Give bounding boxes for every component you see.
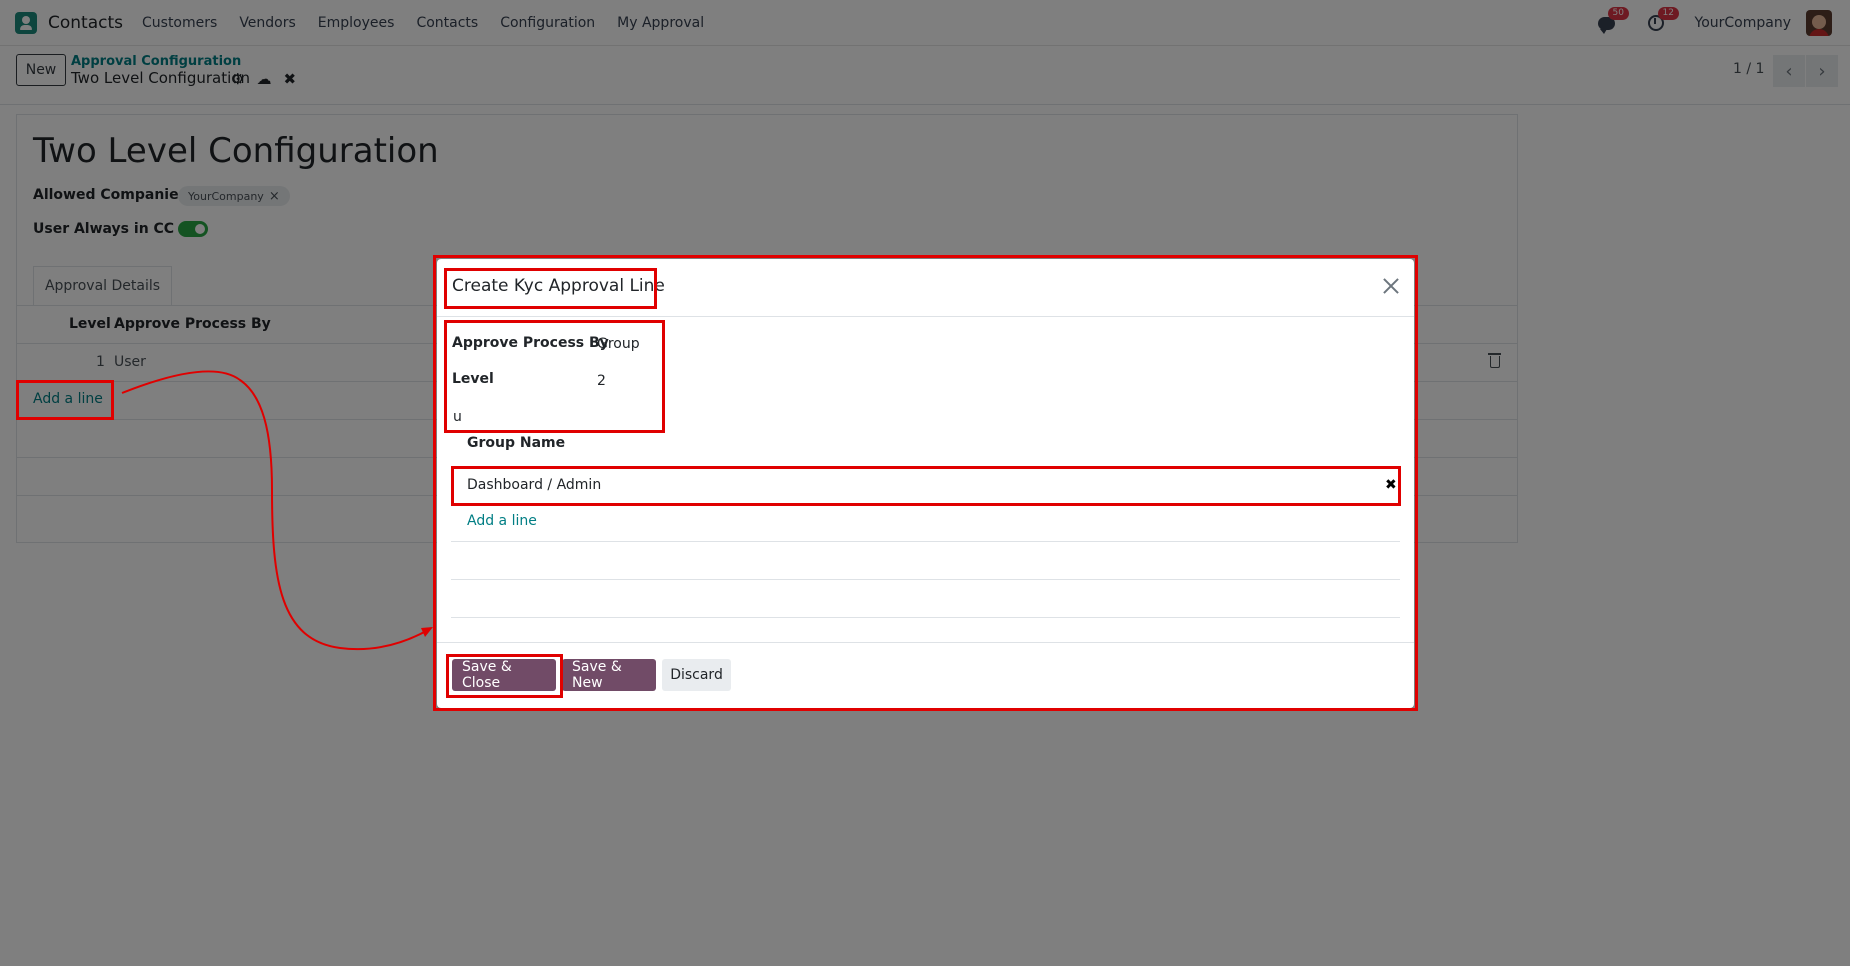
annotation-fields-box [444, 320, 665, 433]
annotation-save-close-box [446, 654, 563, 698]
annotation-add-line-box [16, 380, 114, 420]
annotation-group-row-box [451, 466, 1401, 506]
annotation-title-box [444, 268, 657, 309]
